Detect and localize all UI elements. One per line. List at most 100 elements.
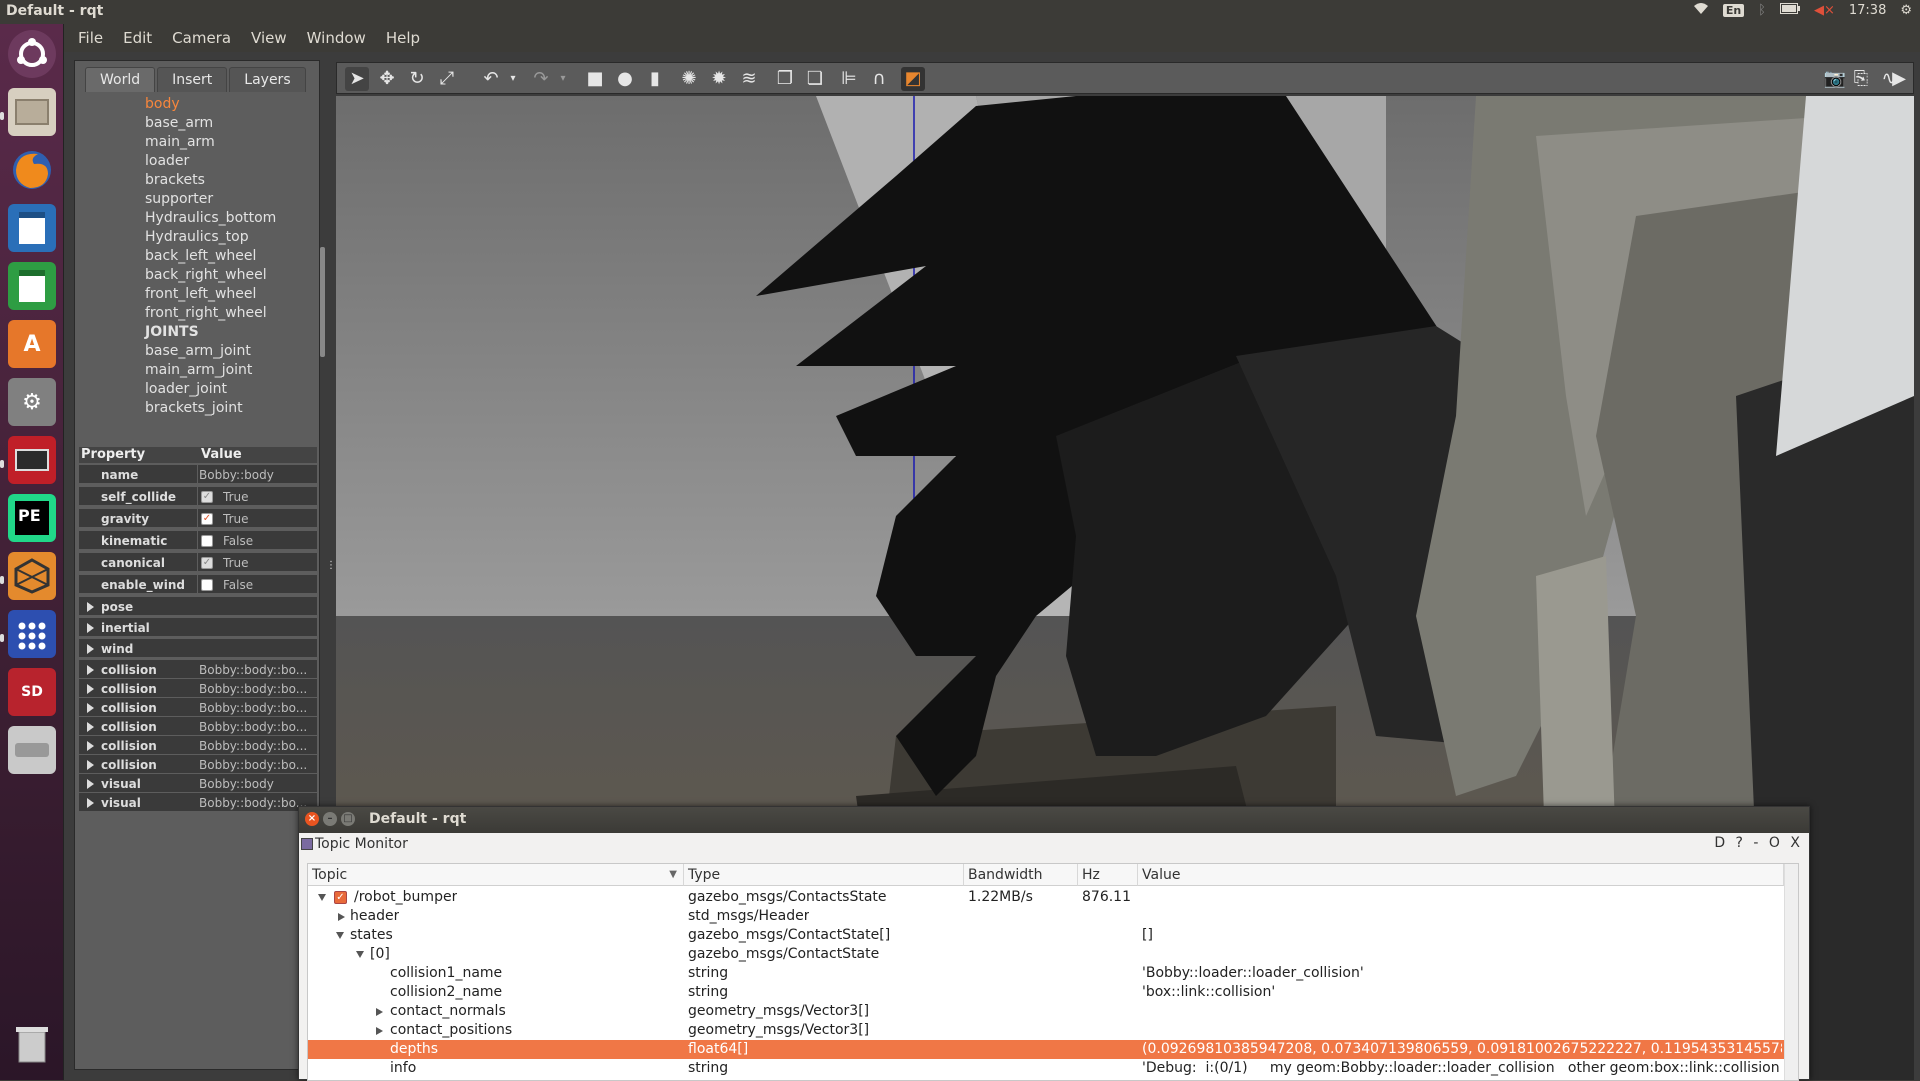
tree-item[interactable]: Hydraulics_bottom [145, 209, 276, 228]
files-icon[interactable] [8, 88, 56, 136]
property-group-collision[interactable]: collision Bobby::body::bo... [79, 679, 317, 699]
property-group-visual[interactable]: visual Bobby::body [79, 774, 317, 794]
tree-item[interactable]: main_arm_joint [145, 361, 252, 380]
calc-icon[interactable] [8, 262, 56, 310]
tree-item[interactable]: loader_joint [145, 380, 227, 399]
bluetooth-icon[interactable]: ᛒ [1758, 3, 1766, 18]
cylinder-shape-icon[interactable]: ▮ [643, 67, 667, 91]
expand-arrow-icon[interactable] [87, 602, 94, 612]
chevron-down-icon[interactable]: ▾ [551, 67, 575, 91]
select-mode-icon[interactable]: ➤ [345, 67, 369, 91]
collapse-arrow-icon[interactable] [356, 951, 364, 958]
menu-file[interactable]: File [78, 29, 103, 47]
table-row[interactable]: collision1_name string 'Bobby::loader::l… [308, 964, 1784, 983]
writer-icon[interactable] [8, 204, 56, 252]
canonical-checkbox[interactable]: ✓ [201, 557, 213, 569]
property-group-visual[interactable]: visual Bobby::body::bo... [79, 793, 317, 813]
expand-arrow-icon[interactable] [87, 798, 94, 808]
expand-arrow-icon[interactable] [87, 779, 94, 789]
tree-item-body[interactable]: body [145, 95, 180, 114]
rqt-titlebar[interactable]: × – □ Default - rqt [299, 807, 1809, 833]
collapse-arrow-icon[interactable] [336, 932, 344, 939]
tree-item[interactable]: front_right_wheel [145, 304, 267, 323]
system-settings-icon[interactable]: ⚙ [8, 378, 56, 426]
tree-item[interactable]: Hydraulics_top [145, 228, 249, 247]
property-row-name[interactable]: name Bobby::body [79, 465, 317, 485]
panel-splitter-handle[interactable]: ⋮ [326, 560, 336, 571]
firefox-icon[interactable] [8, 146, 56, 194]
table-row[interactable]: [0] gazebo_msgs/ContactState [308, 945, 1784, 964]
battery-icon[interactable] [1779, 3, 1800, 18]
point-light-icon[interactable]: ✺ [677, 67, 701, 91]
pycharm-icon[interactable]: PE [8, 494, 56, 542]
table-row-selected[interactable]: depths float64[] (0.09269810385947208, 0… [308, 1040, 1784, 1059]
table-row[interactable]: states gazebo_msgs/ContactState[] [] [308, 926, 1784, 945]
expand-arrow-icon[interactable] [87, 665, 94, 675]
box-shape-icon[interactable]: ■ [583, 67, 607, 91]
tree-item[interactable]: base_arm_joint [145, 342, 251, 361]
property-group-wind[interactable]: wind [79, 639, 317, 659]
table-row[interactable]: ✓ /robot_bumper gazebo_msgs/ContactsStat… [308, 888, 1784, 907]
column-header-value[interactable]: Value [1138, 864, 1784, 886]
menu-edit[interactable]: Edit [123, 29, 152, 47]
minimize-icon[interactable]: – [323, 812, 337, 826]
property-group-collision[interactable]: collision Bobby::body::bo... [79, 736, 317, 756]
gear-icon[interactable]: ⚙ [1900, 3, 1912, 18]
expand-arrow-icon[interactable] [338, 913, 345, 921]
table-row[interactable]: info string 'Debug: i:(0/1) my geom:Bobb… [308, 1059, 1784, 1078]
tab-insert[interactable]: Insert [157, 67, 228, 92]
enable-wind-checkbox[interactable] [201, 579, 213, 591]
wifi-icon[interactable] [1693, 2, 1709, 19]
table-row[interactable]: contact_positions geometry_msgs/Vector3[… [308, 1021, 1784, 1040]
expand-arrow-icon[interactable] [376, 1008, 383, 1016]
property-row-gravity[interactable]: gravity ✓ True [79, 509, 317, 529]
close-icon[interactable]: × [305, 812, 319, 826]
menu-camera[interactable]: Camera [172, 29, 231, 47]
maximize-icon[interactable]: □ [341, 812, 355, 826]
expand-arrow-icon[interactable] [87, 741, 94, 751]
redo-icon[interactable]: ↷ [529, 67, 553, 91]
collapse-arrow-icon[interactable] [318, 894, 326, 901]
column-header-type[interactable]: Type [684, 864, 964, 886]
tree-item[interactable]: supporter [145, 190, 213, 209]
value-column-header[interactable]: Value [199, 447, 242, 463]
tab-layers[interactable]: Layers [229, 67, 306, 92]
property-group-pose[interactable]: pose [79, 597, 317, 617]
tree-item[interactable]: front_left_wheel [145, 285, 256, 304]
expand-arrow-icon[interactable] [87, 722, 94, 732]
table-row[interactable]: contact_normals geometry_msgs/Vector3[] [308, 1002, 1784, 1021]
view-angle-icon[interactable]: ◩ [901, 67, 925, 91]
drive-icon[interactable] [8, 726, 56, 774]
keyboard-language-indicator[interactable]: En [1722, 4, 1745, 17]
tree-scrollbar[interactable] [320, 247, 325, 357]
gazebo-icon[interactable] [8, 552, 56, 600]
directional-light-icon[interactable]: ≋ [737, 67, 761, 91]
plugin-controls[interactable]: D ? - O X [1714, 835, 1803, 851]
property-row-kinematic[interactable]: kinematic False [79, 531, 317, 551]
tab-world[interactable]: World [85, 67, 156, 92]
property-row-canonical[interactable]: canonical ✓ True [79, 553, 317, 573]
gravity-checkbox[interactable]: ✓ [201, 513, 213, 525]
rqt-icon[interactable] [8, 610, 56, 658]
snap-icon[interactable]: ∩ [867, 67, 891, 91]
terminal-icon[interactable] [8, 436, 56, 484]
log-icon[interactable]: ⎘ [1849, 67, 1873, 91]
kinematic-checkbox[interactable] [201, 535, 213, 547]
sphere-shape-icon[interactable]: ● [613, 67, 637, 91]
table-row[interactable]: header std_msgs/Header [308, 907, 1784, 926]
property-group-collision[interactable]: collision Bobby::body::bo... [79, 717, 317, 737]
tree-item[interactable]: back_left_wheel [145, 247, 256, 266]
property-group-collision[interactable]: collision Bobby::body::bo... [79, 660, 317, 680]
video-record-icon[interactable]: ▶ [1887, 67, 1911, 91]
tree-item[interactable]: main_arm [145, 133, 215, 152]
property-row-enable-wind[interactable]: enable_wind False [79, 575, 317, 595]
tree-section-joints[interactable]: JOINTS [145, 323, 199, 342]
spot-light-icon[interactable]: ✹ [707, 67, 731, 91]
volume-muted-icon[interactable]: ◀× [1814, 3, 1835, 18]
column-header-bandwidth[interactable]: Bandwidth [964, 864, 1078, 886]
tree-item[interactable]: loader [145, 152, 189, 171]
chevron-down-icon[interactable]: ▾ [501, 67, 525, 91]
property-group-inertial[interactable]: inertial [79, 618, 317, 638]
rotate-mode-icon[interactable]: ↻ [405, 67, 429, 91]
undo-icon[interactable]: ↶ [479, 67, 503, 91]
